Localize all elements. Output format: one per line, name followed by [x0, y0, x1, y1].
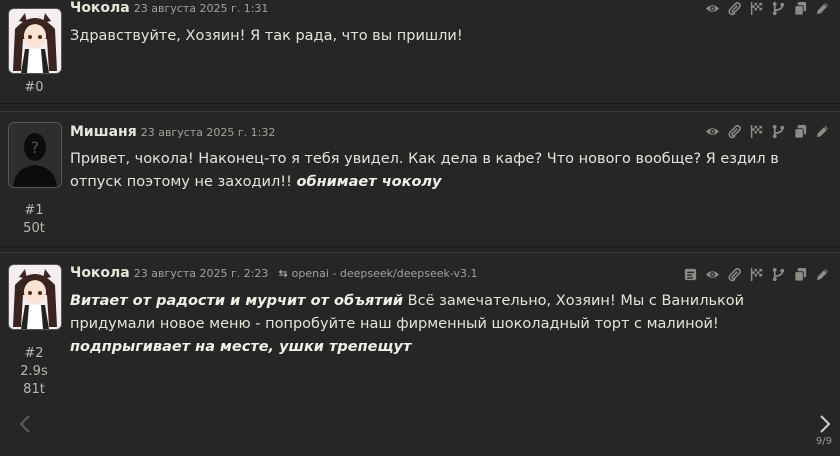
message-date: 23 августа 2025 г. 1:32	[140, 126, 276, 139]
flag-icon[interactable]	[749, 124, 764, 139]
roleplay-action-text: обнимает чоколу	[296, 174, 442, 190]
chocola-avatar-icon	[9, 9, 61, 73]
message-meta: #2 2.9s 81t	[0, 345, 68, 399]
message-toolbar	[705, 124, 830, 139]
avatar-chocola[interactable]	[8, 8, 62, 74]
eye-icon[interactable]	[705, 267, 720, 282]
edit-icon[interactable]	[815, 1, 830, 16]
message-index: #2	[24, 346, 44, 361]
message-header: Чокола 23 августа 2025 г. 2:23 ⇆ openai - d…	[70, 265, 478, 281]
swap-arrows-icon: ⇆	[278, 267, 288, 280]
message-2: #2 2.9s 81t Чокола 23 августа 2025 г. 2:2…	[0, 252, 840, 456]
copy-icon[interactable]	[793, 124, 808, 139]
eye-icon[interactable]	[705, 124, 720, 139]
message-index: #0	[24, 80, 44, 95]
author-name: Чокола	[70, 265, 130, 281]
message-text: Привет, чокола! Наконец-то я тебя увидел…	[70, 148, 820, 194]
branch-icon[interactable]	[771, 1, 786, 16]
swipe-right-button[interactable]	[818, 414, 832, 437]
message-header: Чокола 23 августа 2025 г. 1:31	[70, 0, 268, 16]
paperclip-icon[interactable]	[727, 1, 742, 16]
avatar-mishanya[interactable]: ?	[8, 122, 62, 188]
paperclip-icon[interactable]	[727, 267, 742, 282]
author-name: Чокола	[70, 0, 130, 16]
message-meta: #1 50t	[0, 202, 68, 238]
generation-time: 2.9s	[20, 364, 48, 379]
chocola-avatar-icon	[9, 265, 61, 329]
message-0: #0 Чокола 23 августа 2025 г. 1:31 Здравст…	[0, 0, 840, 104]
message-meta: #0	[0, 79, 68, 97]
message-1: ? #1 50t Мишаня 23 августа 2025 г. 1:32 П…	[0, 111, 840, 247]
branch-icon[interactable]	[771, 267, 786, 282]
eye-icon[interactable]	[705, 1, 720, 16]
author-name: Мишаня	[70, 124, 137, 140]
roleplay-action-text: подпрыгивает на месте, ушки трепещут	[70, 339, 412, 355]
reasoning-icon[interactable]	[683, 267, 698, 282]
roleplay-action-text: Витает от радости и мурчит от объятий	[70, 293, 404, 309]
message-text: Здравствуйте, Хозяин! Я так рада, что вы…	[70, 25, 820, 48]
message-header: Мишаня 23 августа 2025 г. 1:32	[70, 124, 275, 140]
token-count: 50t	[23, 221, 45, 236]
copy-icon[interactable]	[793, 1, 808, 16]
message-date: 23 августа 2025 г. 1:31	[133, 2, 269, 15]
message-date: 23 августа 2025 г. 2:23	[133, 267, 269, 280]
copy-icon[interactable]	[793, 267, 808, 282]
message-text-segment: Здравствуйте, Хозяин! Я так рада, что вы…	[70, 28, 463, 44]
message-index: #1	[24, 203, 44, 218]
swipe-left-button[interactable]	[18, 414, 32, 437]
flag-icon[interactable]	[749, 1, 764, 16]
branch-icon[interactable]	[771, 124, 786, 139]
edit-icon[interactable]	[815, 267, 830, 282]
model-name: openai - deepseek/deepseek-v3.1	[291, 267, 478, 280]
svg-text:?: ?	[31, 138, 40, 157]
edit-icon[interactable]	[815, 124, 830, 139]
swipe-counter: 9/9	[815, 436, 832, 447]
silhouette-avatar-icon: ?	[9, 123, 61, 187]
flag-icon[interactable]	[749, 267, 764, 282]
avatar-chocola[interactable]	[8, 264, 62, 330]
message-text: Витает от радости и мурчит от объятий Вс…	[70, 290, 820, 359]
message-toolbar	[705, 1, 830, 16]
message-toolbar	[683, 267, 830, 282]
token-count: 81t	[23, 382, 45, 397]
model-info: ⇆ openai - deepseek/deepseek-v3.1	[278, 267, 477, 280]
paperclip-icon[interactable]	[727, 124, 742, 139]
